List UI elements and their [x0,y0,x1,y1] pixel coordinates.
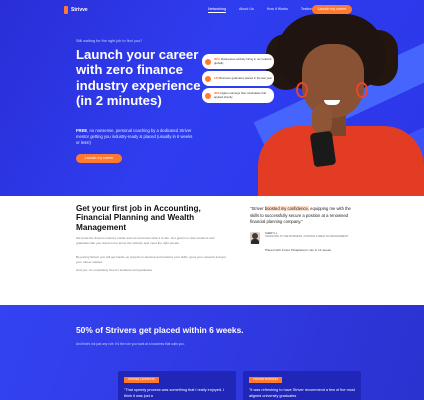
nav-link-about[interactable]: About Us [239,7,254,13]
section-paragraph: By joining Striver you will get hands-on… [76,255,226,264]
testimonial-card: Striver Business "It was refreshing to h… [243,371,361,400]
stat-card: 30% Higher earnings than candidates that… [202,88,274,103]
section-paragraph: And yes, it's completely free for studen… [76,268,153,272]
nav-link-networking[interactable]: Networking [208,7,226,13]
hero-section: Strivve Networking About Us How it Works… [0,0,424,196]
stat-value: 145 [214,75,219,80]
stat-card: 145 Business graduates placed in the las… [202,71,274,86]
results-subtitle: And that's not just any role. It's the r… [76,342,185,346]
section-title: Get your first job in Accounting, Financ… [76,204,201,232]
launch-career-button[interactable]: Launch my career [76,154,122,163]
avatar [250,231,260,244]
logo-mark-icon [64,6,68,14]
testimonial-person: Sheryl L Graduate in the Business, Finan… [250,231,354,244]
card-quote: "That speedy process was something that … [124,388,225,398]
stat-card: 300+ Businesses actively hiring in our n… [202,54,274,69]
card-badge: Striver Business [249,377,283,383]
results-title: 50% of Strivers get placed within 6 week… [76,325,244,335]
person-description: Graduate in the Business, Finance & Weal… [265,235,349,239]
testimonial: "Striver boosted my confidence, equippin… [250,206,354,252]
stat-label: Higher earnings than candidates that app… [214,91,267,99]
logo-text: Strivve [71,7,88,13]
phone-icon [309,130,337,168]
nav-link-how-it-works[interactable]: How it Works [267,7,288,13]
testimonial-card: Striver Candidate "That speedy process w… [118,371,236,400]
stat-dot-icon [205,92,211,99]
card-badge: Striver Candidate [124,377,159,383]
testimonial-quote: "Striver boosted my confidence, equippin… [250,206,351,225]
stat-label: Business graduates placed in the last ye… [219,75,273,80]
nav-links: Networking About Us How it Works Testimo… [208,7,321,13]
hero-copy: FREE, no nonsense, personal coaching by … [76,128,194,147]
card-quote: "It was refreshing to have Striver recom… [249,388,355,398]
stat-dot-icon [205,58,211,65]
quote-highlight: boosted my confidence, [264,206,309,211]
results-section: 50% of Strivers get placed within 6 week… [0,305,424,400]
hero-eyebrow: Still waiting for the right job to find … [76,39,143,43]
stat-dot-icon [205,75,211,82]
stat-label: Businesses actively hiring in our networ… [214,57,272,65]
logo[interactable]: Strivve [64,6,88,14]
hero-copy-bold: FREE [76,128,88,133]
hero-portrait-image [258,14,424,196]
hero-copy-text: , no nonsense, personal coaching by a de… [76,128,193,146]
placement-note: Placed with Junior Paraplanner role in 1… [265,247,332,252]
nav-cta-button[interactable]: Launch my career [312,5,352,14]
section-paragraph: We know the finance industry inside and … [76,236,215,245]
hero-title: Launch your career with zero finance ind… [76,47,201,108]
